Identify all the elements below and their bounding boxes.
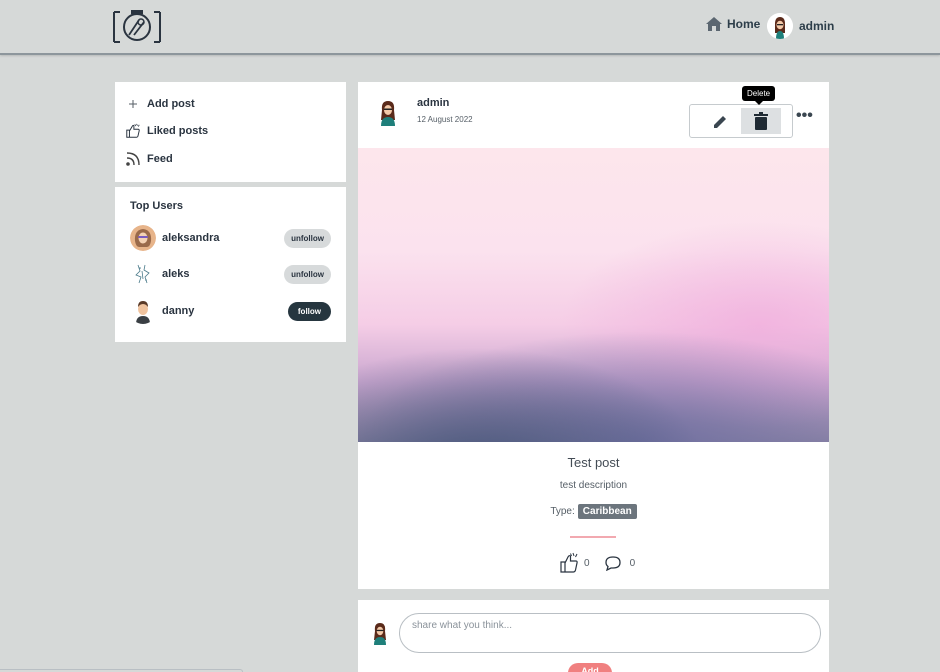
rss-icon: [125, 151, 141, 167]
comment-form: Add: [358, 600, 829, 672]
sidebar-item-liked-posts[interactable]: Liked posts: [125, 123, 208, 139]
avatar: [767, 13, 793, 39]
list-item: aleksandra unfollow: [130, 225, 331, 251]
nav-home-link[interactable]: Home: [705, 16, 760, 32]
comment-input[interactable]: [399, 613, 821, 653]
comment-button[interactable]: [604, 555, 622, 571]
add-comment-button[interactable]: Add: [568, 663, 612, 672]
user-name[interactable]: aleksandra: [162, 232, 284, 244]
comment-count: 0: [629, 557, 636, 569]
nav-user-menu[interactable]: admin: [767, 13, 834, 39]
sidebar-item-label: Liked posts: [147, 125, 209, 137]
post-type-badge[interactable]: Caribbean: [577, 504, 637, 519]
list-item: aleks unfollow: [130, 261, 331, 287]
pencil-icon: [714, 116, 726, 128]
home-icon: [706, 17, 722, 31]
sidebar-item-label: Add post: [147, 98, 195, 110]
plus-icon: [125, 96, 141, 112]
post-actions: [689, 104, 793, 138]
camera-logo-icon[interactable]: [112, 9, 162, 44]
post-description: test description: [559, 480, 628, 491]
unfollow-button[interactable]: unfollow: [284, 264, 331, 284]
user-name[interactable]: aleks: [162, 268, 284, 280]
post-date: 12 August 2022: [417, 115, 473, 124]
post-card: admin 12 August 2022 Delete ••• Test pos…: [358, 82, 829, 589]
trash-icon: [754, 112, 768, 130]
list-item: danny follow: [130, 298, 331, 324]
post-type: Type: Caribbean: [358, 504, 829, 519]
post-type-label: Type:: [550, 506, 575, 517]
nav-username: admin: [799, 19, 835, 33]
post-stats: 0 0: [558, 552, 635, 574]
thumbs-up-icon: [560, 552, 578, 573]
post-author[interactable]: admin: [417, 97, 449, 109]
post-image[interactable]: [358, 148, 829, 442]
sidebar-item-add-post[interactable]: Add post: [125, 96, 195, 112]
avatar[interactable]: [130, 225, 156, 251]
user-name[interactable]: danny: [162, 305, 288, 317]
unfollow-button[interactable]: unfollow: [284, 228, 331, 248]
avatar[interactable]: [130, 298, 156, 324]
follow-button[interactable]: follow: [287, 301, 331, 321]
top-users-panel: Top Users aleksandra unfollow aleks unfo…: [115, 187, 346, 342]
top-users-title: Top Users: [130, 200, 183, 212]
like-button[interactable]: [558, 552, 580, 574]
comment-icon: [604, 556, 621, 571]
delete-tooltip: Delete: [742, 86, 776, 105]
post-title: Test post: [567, 455, 620, 470]
avatar[interactable]: [130, 261, 156, 287]
more-options-icon[interactable]: •••: [796, 107, 813, 125]
nav-home-label: Home: [727, 17, 761, 31]
avatar: [370, 621, 390, 645]
thumbs-up-icon: [125, 123, 141, 139]
top-navbar: Home admin: [0, 0, 940, 55]
sidebar-menu: Add post Liked posts Feed: [115, 82, 346, 182]
edit-button[interactable]: [708, 112, 732, 132]
divider: [570, 536, 616, 538]
delete-button[interactable]: [741, 108, 781, 134]
sidebar-item-feed[interactable]: Feed: [125, 151, 173, 167]
sidebar-item-label: Feed: [147, 153, 173, 165]
avatar[interactable]: [375, 98, 401, 126]
like-count: 0: [584, 557, 590, 569]
